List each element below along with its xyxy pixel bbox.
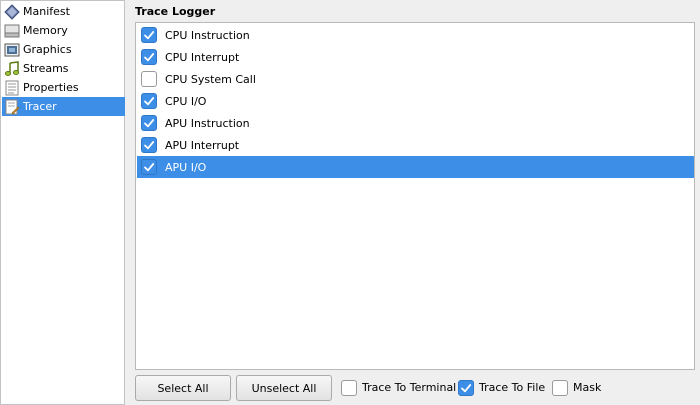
sidebar-item-properties[interactable]: Properties — [2, 78, 125, 97]
sidebar-item-manifest[interactable]: Manifest — [2, 2, 125, 21]
mask-option[interactable]: Mask — [552, 379, 601, 396]
select-all-button[interactable]: Select All — [135, 375, 231, 401]
checkmark-icon — [144, 31, 155, 40]
trace-item-apu-io[interactable]: APU I/O — [137, 156, 694, 178]
trace-to-file-option[interactable]: Trace To File — [458, 379, 545, 396]
checkbox[interactable] — [141, 93, 157, 109]
trace-to-terminal-label: Trace To Terminal — [362, 381, 457, 394]
sidebar: Manifest Memory Graphics Streams Propert… — [0, 0, 125, 405]
checkbox[interactable] — [141, 49, 157, 65]
sidebar-item-label: Graphics — [23, 43, 72, 56]
trace-to-file-label: Trace To File — [479, 381, 546, 394]
panel-title: Trace Logger — [135, 5, 216, 18]
trace-item-apu-instruction[interactable]: APU Instruction — [137, 112, 694, 134]
sidebar-item-memory[interactable]: Memory — [2, 21, 125, 40]
sidebar-item-label: Tracer — [23, 100, 57, 113]
sidebar-item-label: Streams — [23, 62, 69, 75]
trace-to-file-checkbox[interactable] — [458, 379, 474, 396]
checkmark-icon — [144, 141, 155, 150]
sidebar-item-label: Properties — [23, 81, 79, 94]
trace-item-label: CPU System Call — [165, 72, 256, 86]
sidebar-item-streams[interactable]: Streams — [2, 59, 125, 78]
trace-list[interactable]: CPU Instruction CPU Interrupt CPU System… — [135, 22, 695, 370]
checkbox[interactable] — [141, 159, 157, 175]
checkbox[interactable] — [141, 71, 157, 87]
mask-checkbox[interactable] — [552, 379, 568, 396]
checkmark-icon — [144, 119, 155, 128]
sidebar-item-label: Manifest — [23, 5, 70, 18]
trace-item-apu-interrupt[interactable]: APU Interrupt — [137, 134, 694, 156]
checkmark-icon — [144, 97, 155, 106]
sidebar-item-tracer[interactable]: Tracer — [2, 97, 125, 116]
mask-label: Mask — [573, 381, 602, 394]
trace-to-terminal-checkbox[interactable] — [341, 379, 357, 396]
unselect-all-button[interactable]: Unselect All — [236, 375, 332, 401]
trace-item-label: APU Interrupt — [165, 138, 240, 152]
memory-icon — [4, 24, 20, 37]
trace-item-cpu-io[interactable]: CPU I/O — [137, 90, 694, 112]
graphics-icon — [4, 43, 20, 56]
checkbox[interactable] — [141, 27, 157, 43]
checkmark-icon — [461, 383, 472, 392]
trace-item-label: APU I/O — [165, 160, 207, 174]
sidebar-item-graphics[interactable]: Graphics — [2, 40, 125, 59]
checkmark-icon — [144, 163, 155, 172]
checkbox[interactable] — [141, 115, 157, 131]
trace-item-label: APU Instruction — [165, 116, 250, 130]
manifest-icon — [4, 3, 20, 20]
tracer-icon — [5, 99, 20, 114]
document-icon — [5, 80, 19, 95]
trace-item-label: CPU I/O — [165, 94, 207, 108]
music-note-icon — [4, 60, 20, 76]
sidebar-item-label: Memory — [23, 24, 68, 37]
trace-item-label: CPU Interrupt — [165, 50, 240, 64]
trace-item-cpu-system-call[interactable]: CPU System Call — [137, 68, 694, 90]
trace-item-cpu-instruction[interactable]: CPU Instruction — [137, 24, 694, 46]
checkbox[interactable] — [141, 137, 157, 153]
trace-item-label: CPU Instruction — [165, 28, 250, 42]
trace-item-cpu-interrupt[interactable]: CPU Interrupt — [137, 46, 694, 68]
trace-to-terminal-option[interactable]: Trace To Terminal — [341, 379, 456, 396]
checkmark-icon — [144, 53, 155, 62]
